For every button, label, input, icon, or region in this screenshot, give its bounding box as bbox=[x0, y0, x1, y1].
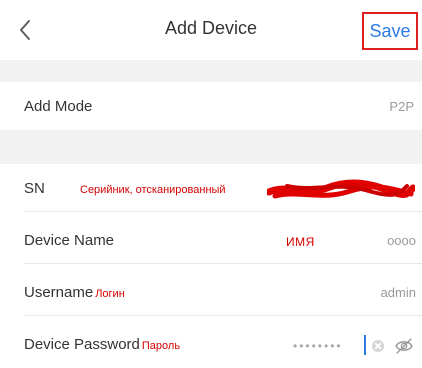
password-input[interactable]: •••••••• bbox=[293, 339, 343, 353]
password-row[interactable]: Device Password Пароль •••••••• bbox=[0, 320, 422, 368]
username-row[interactable]: Username Логин admin bbox=[0, 268, 422, 316]
save-button[interactable]: Save bbox=[362, 12, 418, 50]
text-cursor bbox=[364, 335, 366, 355]
password-label: Device Password Пароль bbox=[24, 336, 180, 353]
eye-hidden-icon[interactable] bbox=[394, 337, 414, 355]
sn-annotation: Серийник, отсканированный bbox=[80, 184, 226, 196]
add-mode-row[interactable]: Add Mode P2P bbox=[0, 82, 422, 130]
clear-input-icon[interactable] bbox=[372, 340, 384, 352]
device-name-label: Device Name bbox=[24, 232, 115, 249]
username-value[interactable]: admin bbox=[381, 285, 416, 300]
username-annotation: Логин bbox=[95, 288, 125, 300]
redaction-scribble bbox=[267, 179, 415, 199]
username-label: Username Логин bbox=[24, 284, 125, 301]
sn-row[interactable]: SN Серийник, отсканированный bbox=[0, 164, 422, 212]
device-name-annotation: ИМЯ bbox=[286, 235, 315, 249]
password-label-text: Device Password bbox=[24, 336, 140, 353]
section-gap bbox=[0, 130, 422, 164]
page-title: Add Device bbox=[164, 18, 258, 38]
row-divider bbox=[24, 263, 422, 264]
password-annotation: Пароль bbox=[141, 340, 181, 352]
add-mode-value: P2P bbox=[389, 99, 414, 114]
username-label-text: Username bbox=[24, 284, 94, 301]
row-divider bbox=[24, 315, 422, 316]
nav-bar: Add Device Save bbox=[0, 0, 422, 60]
sn-label: SN bbox=[24, 180, 45, 197]
section-gap bbox=[0, 60, 422, 82]
row-divider bbox=[24, 211, 422, 212]
add-mode-label: Add Mode bbox=[24, 98, 93, 115]
device-name-row[interactable]: Device Name ИМЯ oooo bbox=[0, 216, 422, 264]
device-name-value[interactable]: oooo bbox=[387, 233, 416, 248]
